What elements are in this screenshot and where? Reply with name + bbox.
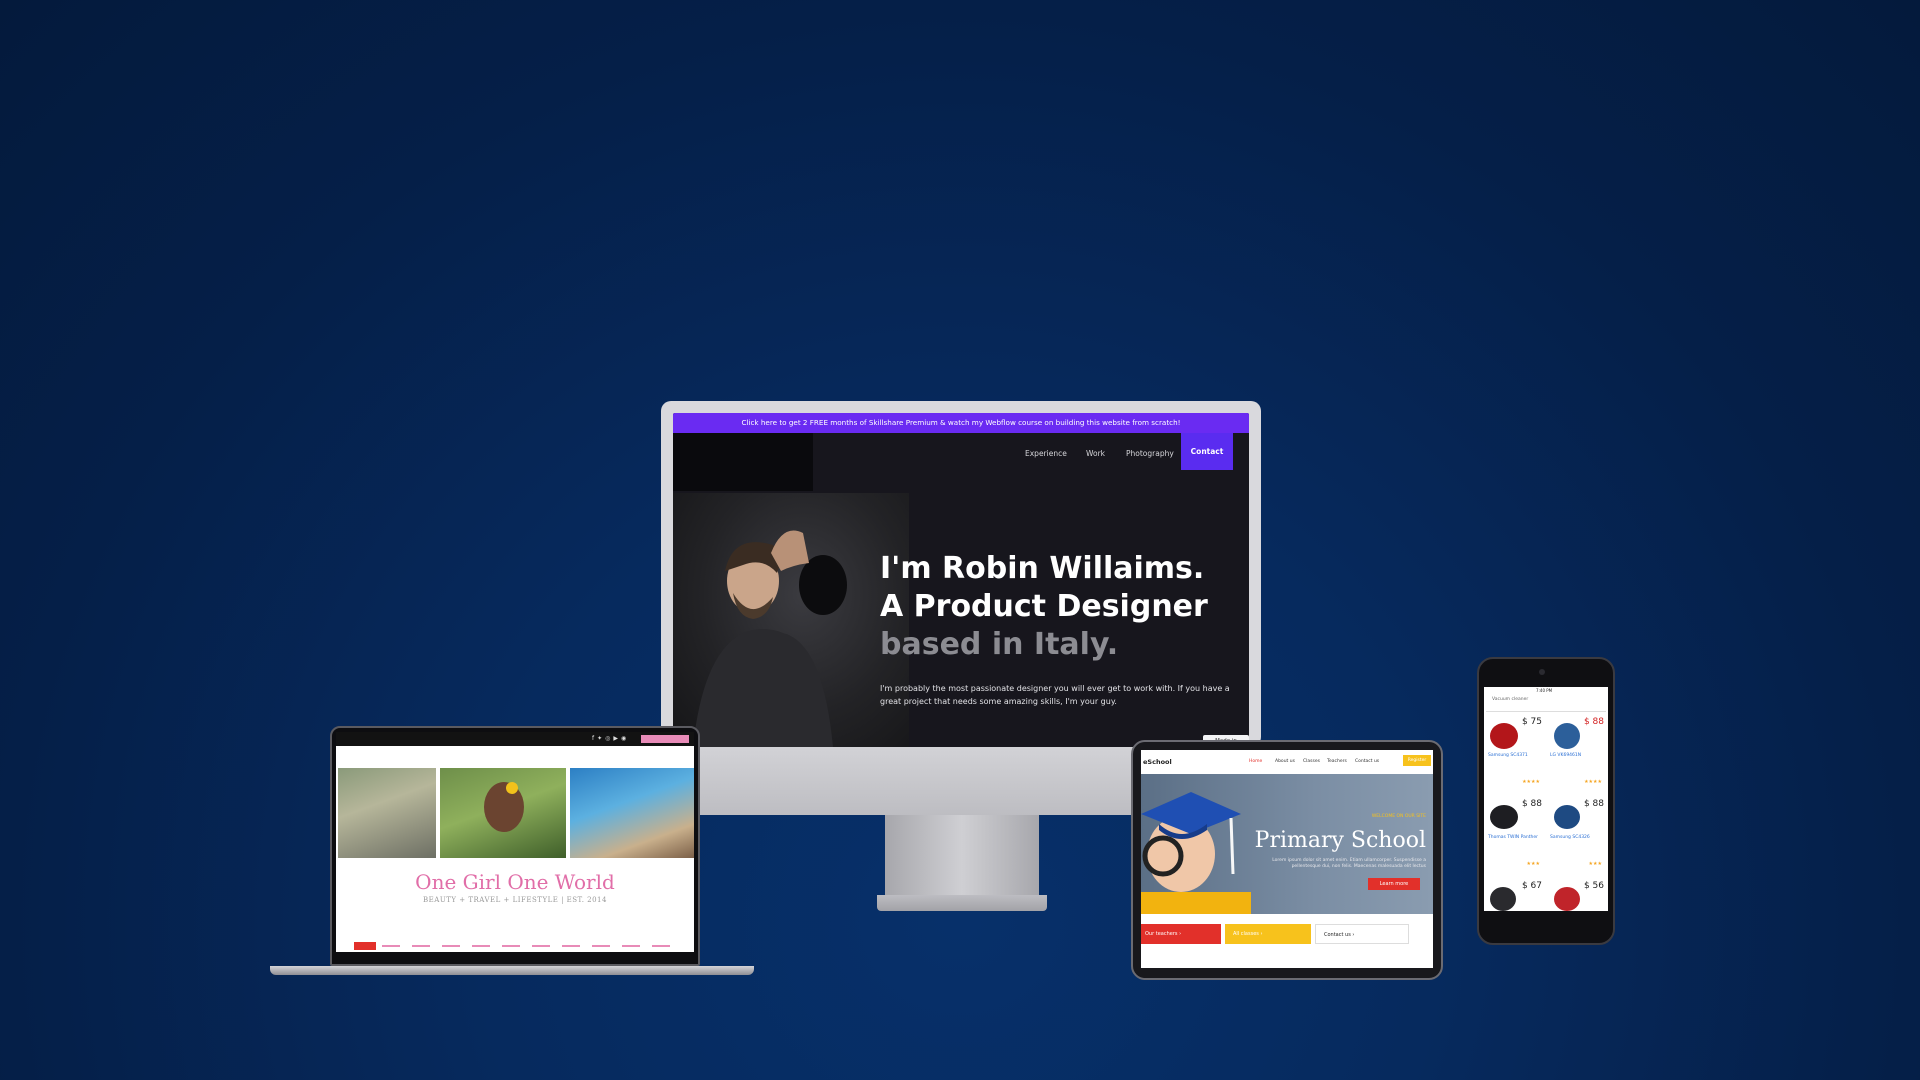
rating-stars: ★★★ (1588, 861, 1602, 867)
welcome-label: WELCOME ON OUR SITE (1371, 814, 1426, 819)
laptop-mockup: f✦◎▶◉ One Girl One World BEAUTY + TRAVEL… (270, 726, 754, 978)
school-nav-about[interactable]: About us (1275, 759, 1295, 764)
product-name: LG VK69461N (1550, 753, 1582, 758)
school-nav-teachers[interactable]: Teachers (1327, 759, 1347, 764)
hero-line-3: based in Italy. (880, 627, 1119, 662)
nav-photography[interactable]: Photography (1126, 449, 1174, 458)
product-name: Samsung SC4371 (1488, 753, 1528, 758)
blog-subtitle: BEAUTY + TRAVEL + LIFESTYLE | EST. 2014 (423, 896, 607, 904)
product-price: $ 67 (1521, 881, 1542, 891)
school-nav-classes[interactable]: Classes (1303, 759, 1320, 764)
product-price: $ 56 (1583, 881, 1604, 891)
promo-banner[interactable]: Click here to get 2 FREE months of Skill… (673, 413, 1249, 433)
status-time: 7:40 PM (1536, 688, 1553, 693)
phone-camera (1539, 669, 1545, 675)
student-illustration (1141, 792, 1251, 914)
rating-stars: ★★★ (1526, 861, 1540, 867)
school-description: Lorem ipsum dolor sit amet enim. Etiam u… (1272, 858, 1426, 869)
product-card[interactable]: $ 75 Samsung SC4371 ★★★★ (1486, 715, 1544, 795)
all-classes-button[interactable]: All classes › (1225, 924, 1311, 944)
blog-photo-balcony (570, 768, 694, 858)
school-nav-home[interactable]: Home (1249, 759, 1262, 764)
phone-screen: 7:40 PM Vacuum cleaner $ 75 Samsung SC43… (1484, 687, 1608, 911)
blog-title: One Girl One World (415, 870, 615, 894)
learn-more-button[interactable]: Learn more (1368, 878, 1420, 890)
school-logo[interactable]: eSchool (1143, 758, 1172, 766)
phone-mockup: 7:40 PM Vacuum cleaner $ 75 Samsung SC43… (1477, 657, 1615, 945)
imac-base (877, 895, 1047, 911)
hero-line-2: A Product Designer (880, 589, 1208, 624)
laptop-base (270, 966, 754, 975)
site-logo-area[interactable] (673, 433, 813, 491)
our-teachers-button[interactable]: Our teachers › (1141, 924, 1221, 944)
hero-heading: I'm Robin Willaims. A Product Designer b… (880, 550, 1249, 664)
product-price: $ 75 (1521, 717, 1542, 727)
hero-line-1: I'm Robin Willaims. (880, 551, 1205, 586)
product-card[interactable]: $ 56 (1548, 879, 1606, 911)
imac-stand (885, 815, 1039, 895)
product-card[interactable]: $ 67 (1486, 879, 1544, 911)
product-card[interactable]: $ 88 Samsung SC4326 ★★★ (1548, 797, 1606, 877)
laptop-screen: f✦◎▶◉ One Girl One World BEAUTY + TRAVEL… (336, 732, 694, 952)
blog-photo-street (338, 768, 436, 858)
filter-bar[interactable] (1486, 705, 1606, 712)
search-box[interactable] (641, 735, 689, 743)
hero-bio: I'm probably the most passionate designe… (880, 684, 1230, 706)
school-hero: WELCOME ON OUR SITE Primary School Lorem… (1141, 774, 1433, 914)
imac-screen: Click here to get 2 FREE months of Skill… (673, 413, 1249, 747)
product-price: $ 88 (1583, 717, 1604, 727)
product-card[interactable]: $ 88 LG VK69461N ★★★★ (1548, 715, 1606, 795)
blog-topbar: f✦◎▶◉ (336, 732, 694, 746)
product-card[interactable]: $ 88 Thomas TWIN Panther ★★★ (1486, 797, 1544, 877)
social-icons[interactable]: f✦◎▶◉ (592, 735, 629, 742)
search-field[interactable]: Vacuum cleaner (1492, 697, 1528, 702)
tablet-screen: eSchool Home About us Classes Teachers C… (1141, 750, 1433, 968)
tablet-mockup: eSchool Home About us Classes Teachers C… (1131, 740, 1443, 980)
product-price: $ 88 (1521, 799, 1542, 809)
contact-button[interactable]: Contact (1181, 433, 1233, 470)
register-button[interactable]: Register (1403, 755, 1431, 766)
blog-nav[interactable] (354, 942, 684, 950)
product-name: Samsung SC4326 (1550, 835, 1590, 840)
nav-experience[interactable]: Experience (1025, 449, 1067, 458)
rating-stars: ★★★★ (1584, 779, 1602, 785)
product-price: $ 88 (1583, 799, 1604, 809)
school-nav-contact[interactable]: Contact us (1355, 759, 1379, 764)
school-title: Primary School (1254, 828, 1426, 853)
contact-us-button[interactable]: Contact us › (1315, 924, 1409, 944)
designer-portrait (673, 493, 909, 747)
rating-stars: ★★★★ (1522, 779, 1540, 785)
blog-photo-flower (440, 768, 566, 858)
product-name: Thomas TWIN Panther (1488, 835, 1538, 840)
nav-work[interactable]: Work (1086, 449, 1105, 458)
